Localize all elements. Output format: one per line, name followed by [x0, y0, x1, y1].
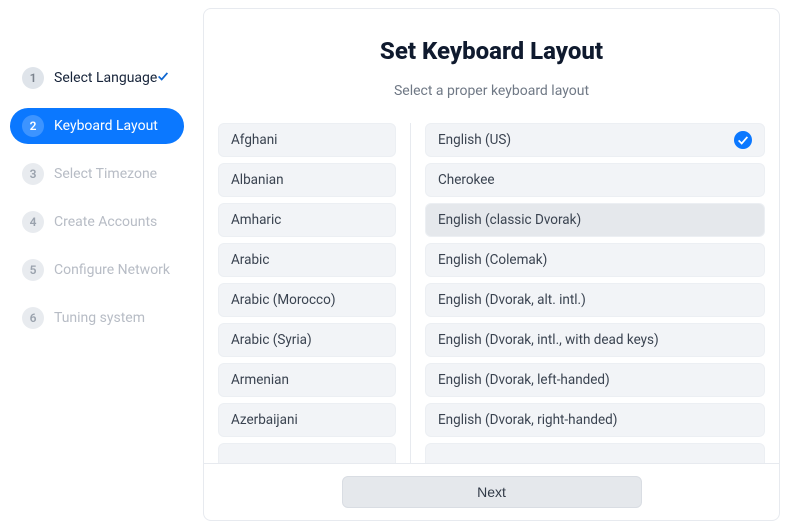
list-item-label: English (Dvorak, alt. intl.): [438, 292, 586, 308]
step-keyboard-layout[interactable]: 2 Keyboard Layout: [10, 108, 184, 144]
step-number: 2: [22, 115, 44, 137]
step-number: 1: [22, 67, 44, 89]
installer-wizard: 1 Select Language 2 Keyboard Layout 3 Se…: [0, 0, 788, 529]
list-item[interactable]: Arabic (Morocco): [218, 283, 396, 317]
list-item[interactable]: English (US): [425, 123, 765, 157]
list-item[interactable]: Arabic (Syria): [218, 323, 396, 357]
step-label: Keyboard Layout: [54, 118, 158, 134]
step-number: 3: [22, 163, 44, 185]
column-divider: [410, 123, 411, 463]
list-item-label: English (Colemak): [438, 252, 547, 268]
list-item-label: Amharic: [231, 212, 281, 228]
list-item[interactable]: English (Dvorak, intl., with dead keys): [425, 323, 765, 357]
list-item[interactable]: Albanian: [218, 163, 396, 197]
list-item-label: English (US): [438, 132, 511, 148]
list-item-label: English (Dvorak, left-handed): [438, 372, 610, 388]
step-label: Tuning system: [54, 310, 145, 326]
list-item[interactable]: Amharic: [218, 203, 396, 237]
list-item-label: Cherokee: [438, 172, 495, 188]
list-item[interactable]: English (Dvorak, left-handed): [425, 363, 765, 397]
panel-header: Set Keyboard Layout Select a proper keyb…: [204, 9, 779, 109]
list-item-label: English (Dvorak, right-handed): [438, 412, 618, 428]
check-icon: [156, 69, 170, 87]
keyboard-layout-list[interactable]: English (US) Cherokee English (classic D…: [425, 123, 765, 463]
list-item[interactable]: Cherokee: [425, 163, 765, 197]
keyboard-layout-panel: Set Keyboard Layout Select a proper keyb…: [203, 8, 780, 521]
list-item-label: Afghani: [231, 132, 277, 148]
list-item-label: English (classic Dvorak): [438, 212, 581, 228]
step-number: 6: [22, 307, 44, 329]
list-item-label: Arabic (Syria): [231, 332, 312, 348]
list-item[interactable]: English (Dvorak, right-handed): [425, 403, 765, 437]
list-item[interactable]: English (Dvorak, alt. intl.): [425, 283, 765, 317]
step-label: Select Timezone: [54, 166, 157, 182]
list-item-label: English (Dvorak, intl., with dead keys): [438, 332, 659, 348]
step-number: 5: [22, 259, 44, 281]
selected-check-icon: [734, 131, 752, 149]
step-configure-network[interactable]: 5 Configure Network: [10, 252, 184, 288]
page-title: Set Keyboard Layout: [220, 37, 763, 65]
list-item-label: Albanian: [231, 172, 284, 188]
list-item-label: Arabic: [231, 252, 269, 268]
wizard-steps-sidebar: 1 Select Language 2 Keyboard Layout 3 Se…: [0, 0, 195, 529]
layout-columns: Afghani Albanian Amharic Arabic Arabic (…: [204, 109, 779, 463]
list-item-label: Azerbaijani: [231, 412, 298, 428]
list-item[interactable]: Azerbaijani: [218, 403, 396, 437]
step-label: Select Language: [54, 70, 157, 86]
list-item[interactable]: [218, 443, 396, 463]
step-select-timezone[interactable]: 3 Select Timezone: [10, 156, 184, 192]
page-subtitle: Select a proper keyboard layout: [220, 83, 763, 99]
step-create-accounts[interactable]: 4 Create Accounts: [10, 204, 184, 240]
list-item[interactable]: English (classic Dvorak): [425, 203, 765, 237]
next-button[interactable]: Next: [342, 476, 642, 508]
list-item[interactable]: [425, 443, 765, 463]
language-group-list[interactable]: Afghani Albanian Amharic Arabic Arabic (…: [218, 123, 396, 463]
step-tuning-system[interactable]: 6 Tuning system: [10, 300, 184, 336]
panel-footer: Next: [204, 463, 779, 520]
list-item[interactable]: Armenian: [218, 363, 396, 397]
step-label: Configure Network: [54, 262, 170, 278]
step-select-language[interactable]: 1 Select Language: [10, 60, 184, 96]
step-number: 4: [22, 211, 44, 233]
list-item[interactable]: Afghani: [218, 123, 396, 157]
list-item[interactable]: English (Colemak): [425, 243, 765, 277]
list-item-label: Arabic (Morocco): [231, 292, 336, 308]
list-item[interactable]: Arabic: [218, 243, 396, 277]
list-item-label: Armenian: [231, 372, 289, 388]
main-area: Set Keyboard Layout Select a proper keyb…: [195, 0, 788, 529]
step-label: Create Accounts: [54, 214, 157, 230]
